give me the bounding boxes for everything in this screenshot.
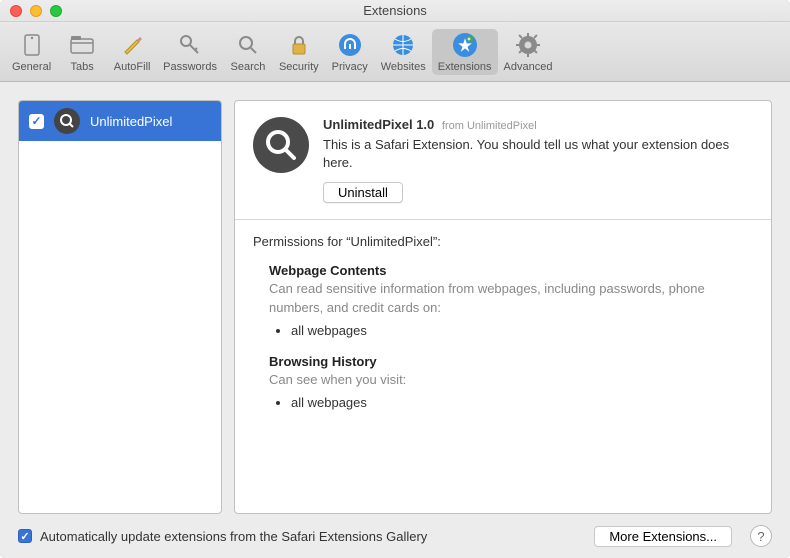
toolbar-label: Websites [381, 61, 426, 73]
permission-list-item: all webpages [291, 395, 753, 410]
auto-update-label: Automatically update extensions from the… [40, 529, 427, 544]
permission-list: all webpages [291, 395, 753, 410]
toolbar-label: Advanced [504, 61, 553, 73]
maximize-icon[interactable] [50, 5, 62, 17]
extension-large-icon [253, 117, 309, 173]
minimize-icon[interactable] [30, 5, 42, 17]
tab-advanced[interactable]: Advanced [498, 29, 559, 75]
tab-search[interactable]: Search [223, 29, 273, 75]
tab-websites[interactable]: Websites [375, 29, 432, 75]
search-icon [234, 31, 262, 59]
preferences-window: Extensions General Tabs AutoFill Passwor… [0, 0, 790, 558]
more-extensions-button[interactable]: More Extensions... [594, 526, 732, 547]
permission-webpage-contents: Webpage Contents Can read sensitive info… [269, 263, 753, 337]
extension-detail-pane: UnlimitedPixel 1.0 from UnlimitedPixel T… [234, 100, 772, 514]
window-controls [10, 5, 62, 17]
toolbar-label: Passwords [163, 61, 217, 73]
toolbar-label: General [12, 61, 51, 73]
tab-extensions[interactable]: Extensions [432, 29, 498, 75]
extensions-icon [451, 31, 479, 59]
permission-browsing-history: Browsing History Can see when you visit:… [269, 354, 753, 410]
checkbox-icon[interactable]: ✓ [29, 114, 44, 129]
permissions-section: Permissions for “UnlimitedPixel”: Webpag… [235, 220, 771, 444]
close-icon[interactable] [10, 5, 22, 17]
titlebar: Extensions [0, 0, 790, 22]
key-icon [176, 31, 204, 59]
permission-list: all webpages [291, 323, 753, 338]
footer: ✓ Automatically update extensions from t… [0, 514, 790, 558]
privacy-icon [336, 31, 364, 59]
tab-passwords[interactable]: Passwords [157, 29, 223, 75]
extension-badge-icon [54, 108, 80, 134]
gear-icon [514, 31, 542, 59]
permission-list-item: all webpages [291, 323, 753, 338]
globe-icon [389, 31, 417, 59]
permission-desc: Can see when you visit: [269, 371, 753, 389]
uninstall-button[interactable]: Uninstall [323, 182, 403, 203]
toolbar-label: Extensions [438, 61, 492, 73]
help-button[interactable]: ? [750, 525, 772, 547]
toolbar-label: Tabs [71, 61, 94, 73]
auto-update-checkbox[interactable]: ✓ [18, 529, 32, 543]
autofill-icon [118, 31, 146, 59]
sidebar-item-unlimitedpixel[interactable]: ✓ UnlimitedPixel [19, 101, 221, 141]
window-title: Extensions [0, 3, 790, 18]
lock-icon [285, 31, 313, 59]
toolbar-label: Security [279, 61, 319, 73]
toolbar: General Tabs AutoFill Passwords Search [0, 22, 790, 82]
tab-general[interactable]: General [6, 29, 57, 75]
permission-title: Webpage Contents [269, 263, 753, 278]
general-icon [18, 31, 46, 59]
extension-author: from UnlimitedPixel [442, 120, 537, 132]
tab-tabs[interactable]: Tabs [57, 29, 107, 75]
extension-description: This is a Safari Extension. You should t… [323, 136, 753, 172]
toolbar-label: AutoFill [114, 61, 151, 73]
permissions-heading: Permissions for “UnlimitedPixel”: [253, 234, 753, 249]
tab-autofill[interactable]: AutoFill [107, 29, 157, 75]
sidebar-item-label: UnlimitedPixel [90, 114, 172, 129]
tab-security[interactable]: Security [273, 29, 325, 75]
tabs-icon [68, 31, 96, 59]
permission-desc: Can read sensitive information from webp… [269, 280, 753, 316]
permission-title: Browsing History [269, 354, 753, 369]
detail-header: UnlimitedPixel 1.0 from UnlimitedPixel T… [235, 101, 771, 220]
tab-privacy[interactable]: Privacy [325, 29, 375, 75]
extensions-sidebar: ✓ UnlimitedPixel [18, 100, 222, 514]
extension-title: UnlimitedPixel 1.0 [323, 117, 434, 132]
content-area: ✓ UnlimitedPixel UnlimitedPixel 1.0 from… [0, 82, 790, 514]
toolbar-label: Privacy [332, 61, 368, 73]
toolbar-label: Search [231, 61, 266, 73]
